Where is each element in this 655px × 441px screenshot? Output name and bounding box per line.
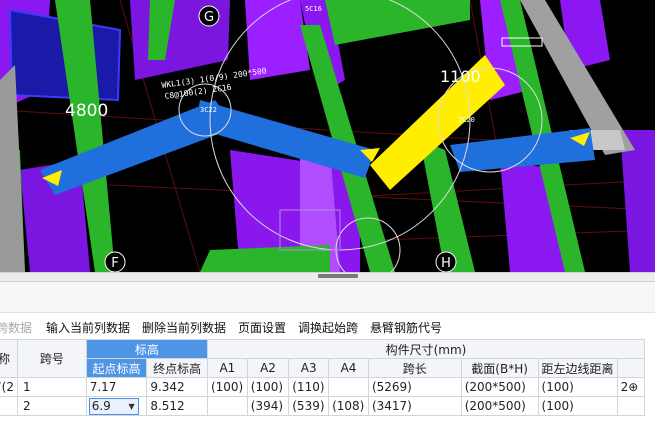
cell-a4[interactable]: (108) [328,396,369,416]
header-member-size: 构件尺寸(mm) [206,339,646,359]
cell-a3[interactable]: (539) [288,396,330,416]
axis-label-f: F [111,256,118,271]
span-data-grid: 称 跨号 标高 构件尺寸(mm) 起点标高 终点标高 A1 A2 A3 A4 跨… [0,339,655,441]
header-a4[interactable]: A4 [328,358,369,378]
header-a2[interactable]: A2 [246,358,290,378]
dimension-1100: 1100 [440,67,481,86]
chevron-down-icon[interactable]: ▼ [129,399,135,414]
cell-a3[interactable]: (110) [288,377,330,397]
dimension-4800: 4800 [65,101,108,121]
cell-a2[interactable]: (394) [246,396,290,416]
cell-a1[interactable]: (100) [206,377,248,397]
table-row: 7(2 1 7.17 9.342 (100) (100) (110) (5269… [0,377,646,397]
header-elevation: 标高 [85,339,208,359]
model-viewport[interactable]: G F H 4800 1100 WKL1(3) 1(0/9) 200*500 C… [0,0,655,272]
cell-start-elev-editing[interactable]: 6.9 ▼ [85,396,148,416]
cell-span[interactable]: 2 [16,396,87,416]
copy-span-data-button[interactable]: 跨数据 [0,319,32,336]
cell-section[interactable]: (200*500) [460,396,539,416]
start-elev-combobox[interactable]: 6.9 ▼ [88,397,139,415]
panel-splitter[interactable] [0,272,655,282]
cell-a4[interactable] [328,377,369,397]
cell-name[interactable] [0,396,18,416]
header-a3[interactable]: A3 [288,358,330,378]
delete-column-data-button[interactable]: 删除当前列数据 [142,319,226,336]
cell-extra[interactable] [616,396,646,416]
tag-2c20: 2C20 [458,116,475,124]
axis-label-g: G [204,10,214,25]
cell-span-length[interactable]: (3417) [367,396,462,416]
header-name: 称 [0,339,18,378]
cell-dist-left[interactable]: (100) [537,396,618,416]
cell-span-length[interactable]: (5269) [367,377,462,397]
cell-name[interactable]: 7(2 [0,377,18,397]
header-end-elev[interactable]: 终点标高 [146,358,208,378]
table-toolbar: 跨数据 输入当前列数据 删除当前列数据 页面设置 调换起始跨 悬臂钢筋代号 [0,312,655,339]
swap-start-span-button[interactable]: 调换起始跨 [298,319,358,336]
input-column-data-button[interactable]: 输入当前列数据 [46,319,130,336]
cell-dist-left[interactable]: (100) [537,377,618,397]
cell-end-elev[interactable]: 8.512 [146,396,208,416]
cell-extra[interactable]: 2⊕ [616,377,646,397]
splitter-grip[interactable] [318,274,358,278]
start-elev-value[interactable]: 6.9 [90,399,111,413]
header-span-no: 跨号 [16,339,87,378]
cell-span[interactable]: 1 [16,377,87,397]
tag-3c22: 3C22 [200,106,217,114]
tag-5c16: 5C16 [305,5,322,13]
cell-start-elev[interactable]: 7.17 [85,377,148,397]
axis-label-h: H [441,256,451,271]
model-canvas[interactable]: G F H 4800 1100 WKL1(3) 1(0/9) 200*500 C… [0,0,655,272]
cell-a2[interactable]: (100) [246,377,290,397]
header-dist-left[interactable]: 距左边线距离 [537,358,618,378]
header-extra [616,358,646,378]
cantilever-rebar-code-button[interactable]: 悬臂钢筋代号 [370,319,442,336]
cell-a1[interactable] [206,396,248,416]
cell-end-elev[interactable]: 9.342 [146,377,208,397]
header-a1[interactable]: A1 [206,358,248,378]
header-start-elev[interactable]: 起点标高 [85,358,148,378]
page-setup-button[interactable]: 页面设置 [238,319,286,336]
cell-section[interactable]: (200*500) [460,377,539,397]
panel-header-bar [0,282,655,312]
header-span-length[interactable]: 跨长 [367,358,462,378]
table-row: 2 6.9 ▼ 8.512 (394) (539) (108) (3417) (… [0,396,646,416]
header-section[interactable]: 截面(B*H) [460,358,539,378]
